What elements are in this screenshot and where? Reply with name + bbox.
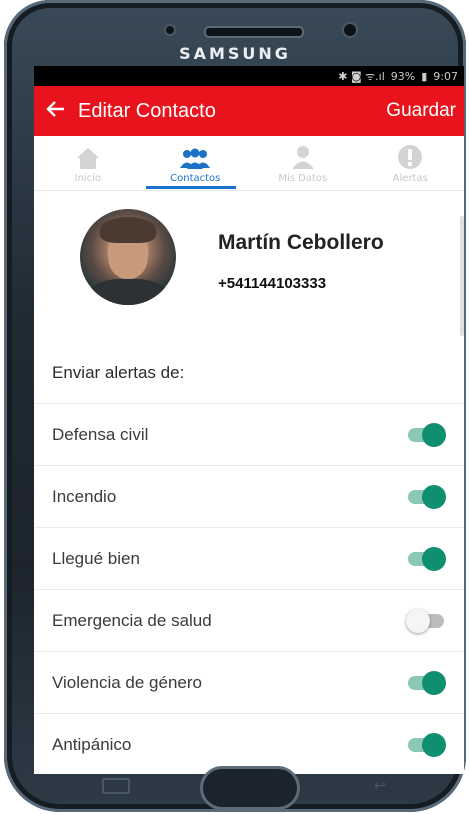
clock: 9:07 <box>433 69 458 83</box>
contact-header: Martín Cebollero +541144103333 <box>34 191 464 343</box>
screen: ✱ ◙ ᯤ.ıl 93% ▮ 9:07 Editar Contacto Guar… <box>34 66 464 774</box>
tab-inicio[interactable]: Inicio <box>34 136 142 190</box>
active-tab-indicator <box>146 186 236 189</box>
tab-label: Alertas <box>392 173 428 184</box>
front-camera-icon <box>342 22 358 38</box>
phone-frame: SAMSUNG ✱ ◙ ᯤ.ıl 93% ▮ 9:07 Editar Conta… <box>4 0 466 812</box>
alert-label: Antipánico <box>52 734 132 754</box>
antipanico-toggle[interactable] <box>406 732 446 757</box>
tab-label: Mis Datos <box>278 173 328 184</box>
violencia-genero-toggle[interactable] <box>406 670 446 695</box>
emergencia-salud-toggle[interactable] <box>406 608 446 633</box>
app-bar: Editar Contacto Guardar <box>34 86 464 136</box>
alerts-heading: Enviar alertas de: <box>34 343 464 404</box>
home-icon <box>75 142 101 170</box>
contacts-icon <box>178 142 212 170</box>
person-icon <box>290 142 316 170</box>
alert-label: Emergencia de salud <box>52 610 212 630</box>
list-item: Incendio <box>34 466 464 528</box>
list-item: Antipánico <box>34 714 464 774</box>
tab-bar: Inicio Contactos Mis Datos Alertas <box>34 136 464 191</box>
alert-label: Llegué bien <box>52 548 140 568</box>
status-bar: ✱ ◙ ᯤ.ıl 93% ▮ 9:07 <box>34 66 464 86</box>
list-item: Defensa civil <box>34 404 464 466</box>
contact-phone: +541144103333 <box>218 275 327 292</box>
earpiece-speaker <box>204 26 304 38</box>
sensor-icon <box>164 24 176 36</box>
battery-level: 93% <box>390 69 416 83</box>
hardware-back-button[interactable]: ↩ <box>374 778 398 794</box>
alert-label: Violencia de género <box>52 672 202 692</box>
contact-name: Martín Cebollero <box>218 231 384 254</box>
home-button[interactable] <box>200 766 300 810</box>
status-icons: ✱ ◙ ᯤ.ıl <box>338 69 385 83</box>
list-item: Violencia de género <box>34 652 464 714</box>
save-button[interactable]: Guardar <box>386 100 464 122</box>
alert-list: Defensa civil Incendio Llegué bien Emerg… <box>34 404 464 774</box>
battery-icon: ▮ <box>421 69 428 83</box>
page-title: Editar Contacto <box>78 99 216 122</box>
alert-icon <box>397 142 423 170</box>
device-brand: SAMSUNG <box>179 44 291 63</box>
tab-mis-datos[interactable]: Mis Datos <box>249 136 357 190</box>
list-item: Emergencia de salud <box>34 590 464 652</box>
list-item: Llegué bien <box>34 528 464 590</box>
arrow-left-icon[interactable] <box>34 99 78 124</box>
avatar[interactable] <box>80 209 176 305</box>
tab-contactos[interactable]: Contactos <box>142 136 250 190</box>
alert-label: Defensa civil <box>52 424 149 444</box>
tab-label: Inicio <box>74 173 101 184</box>
incendio-toggle[interactable] <box>406 484 446 509</box>
llegue-bien-toggle[interactable] <box>406 546 446 571</box>
tab-label: Contactos <box>170 173 221 184</box>
defensa-civil-toggle[interactable] <box>406 422 446 447</box>
alert-label: Incendio <box>52 486 117 506</box>
tab-alertas[interactable]: Alertas <box>357 136 465 190</box>
recent-apps-button[interactable] <box>102 778 130 794</box>
